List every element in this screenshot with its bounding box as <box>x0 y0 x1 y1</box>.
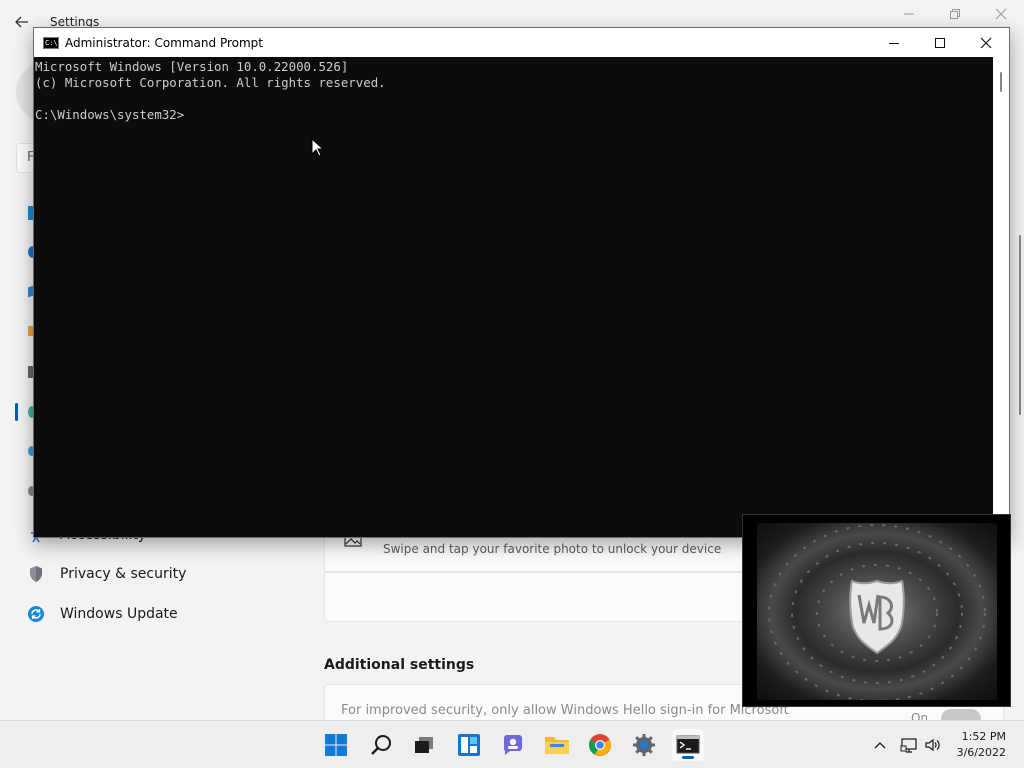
picture-password-description: Swipe and tap your favorite photo to unl… <box>383 542 722 556</box>
network-ethernet-icon[interactable] <box>898 735 920 755</box>
cmd-console-output[interactable]: Microsoft Windows [Version 10.0.22000.52… <box>34 57 994 537</box>
clock-date: 3/6/2022 <box>956 746 1006 759</box>
nav-selection-indicator <box>15 403 18 421</box>
task-view-icon <box>415 737 433 753</box>
console-line: (c) Microsoft Corporation. All rights re… <box>35 75 386 90</box>
search-button[interactable] <box>365 729 397 761</box>
windows-logo-icon <box>325 734 347 756</box>
console-line: Microsoft Windows [Version 10.0.22000.52… <box>35 59 349 74</box>
task-view-button[interactable] <box>408 729 440 761</box>
wb-shield-logo-icon <box>768 524 986 702</box>
command-prompt-button[interactable] <box>672 729 704 761</box>
sidebar-item-windows-update[interactable]: Windows Update <box>26 599 178 629</box>
search-icon <box>371 735 391 755</box>
taskbar-clock[interactable]: 1:52 PM 3/6/2022 <box>957 729 1006 761</box>
picture-password-expanded-area <box>324 572 744 622</box>
cmd-scrollbar[interactable] <box>993 57 1009 538</box>
mouse-cursor-icon <box>311 138 325 157</box>
settings-close-button[interactable] <box>995 8 1007 24</box>
video-frame <box>757 523 997 702</box>
show-hidden-icons-chevron-up-icon[interactable] <box>870 735 890 755</box>
teams-chat-button[interactable] <box>497 729 529 761</box>
sidebar-item-privacy-security[interactable]: Privacy & security <box>26 559 186 589</box>
shield-icon <box>26 564 46 584</box>
cmd-close-button[interactable] <box>963 28 1009 57</box>
settings-minimize-button[interactable] <box>903 8 915 24</box>
cmd-minimize-button[interactable] <box>871 28 917 57</box>
additional-settings-heading: Additional settings <box>324 657 475 673</box>
console-line: ​ <box>35 91 994 107</box>
hello-only-setting-text: For improved security, only allow Window… <box>341 703 789 718</box>
chrome-icon <box>589 734 611 756</box>
sidebar-item-label: Privacy & security <box>60 566 187 582</box>
teams-chat-icon <box>504 735 522 755</box>
terminal-icon <box>676 735 700 754</box>
cmd-maximize-button[interactable] <box>917 28 963 57</box>
taskbar: 1:52 PM 3/6/2022 <box>0 720 1024 768</box>
widgets-icon <box>458 734 480 756</box>
cmd-title: Administrator: Command Prompt <box>65 35 263 50</box>
cmd-app-icon: C:\ <box>43 36 59 49</box>
refresh-sync-icon <box>26 604 46 624</box>
settings-restore-button[interactable] <box>949 8 961 24</box>
settings-scrollbar[interactable] <box>1019 235 1021 415</box>
sidebar-item-label: Windows Update <box>60 606 178 622</box>
file-explorer-button[interactable] <box>541 729 573 761</box>
back-arrow-icon[interactable] <box>14 14 34 34</box>
widgets-button[interactable] <box>453 729 485 761</box>
chrome-button[interactable] <box>584 729 616 761</box>
video-overlay[interactable] <box>742 514 1011 707</box>
settings-button[interactable] <box>628 729 660 761</box>
command-prompt-window[interactable]: C:\ Administrator: Command Prompt Micros… <box>33 27 1010 538</box>
volume-speaker-icon[interactable] <box>922 735 944 755</box>
gear-icon <box>633 734 655 756</box>
folder-icon <box>545 737 569 754</box>
cmd-scrollbar-thumb[interactable] <box>1000 72 1002 92</box>
active-app-indicator <box>682 756 694 759</box>
cmd-titlebar[interactable]: C:\ Administrator: Command Prompt <box>34 28 1009 57</box>
start-button[interactable] <box>320 729 352 761</box>
console-prompt-line: C:\Windows\system32> <box>35 107 185 122</box>
system-tray <box>870 721 944 768</box>
clock-time: 1:52 PM <box>961 730 1006 743</box>
